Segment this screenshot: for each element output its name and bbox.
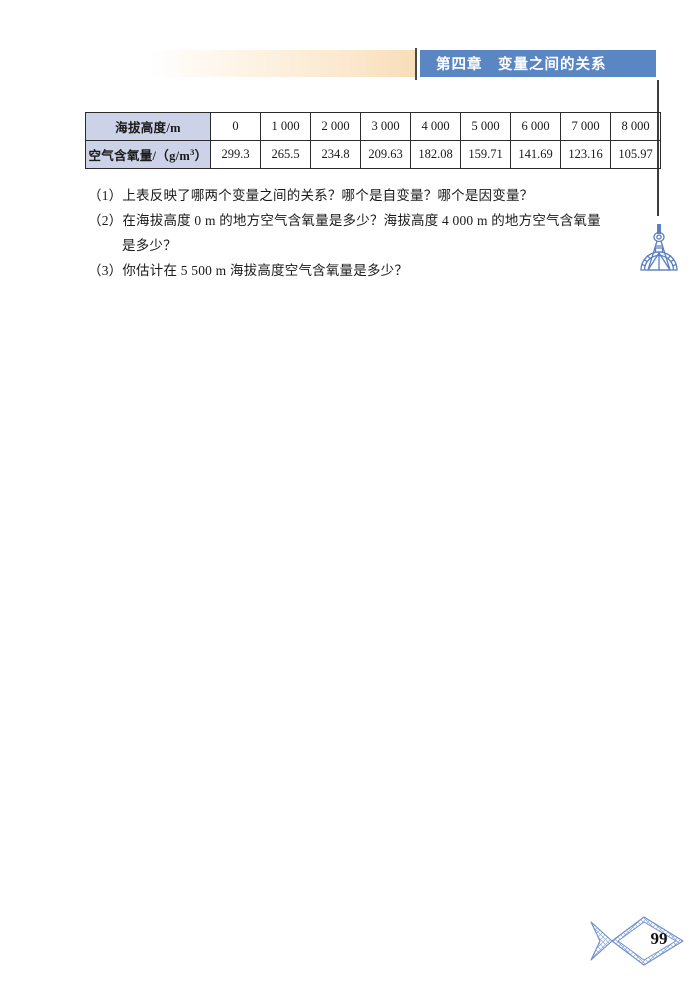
cell-altitude-1: 1 000 [260, 112, 311, 141]
page-folio: 99 [588, 912, 688, 970]
question-item-2: （2）在海拔高度 0 m 的地方空气含氧量是多少？海拔高度 4 000 m 的地… [88, 213, 601, 228]
question-item-1: （1）上表反映了哪两个变量之间的关系？哪个是自变量？哪个是因变量？ [88, 188, 534, 203]
running-head: 第四章 变量之间的关系 [0, 0, 700, 216]
cell-oxygen-6: 141.69 [510, 140, 561, 169]
table-row-altitude: 海拔高度/m 0 1 000 2 000 3 000 4 000 5 000 6… [85, 112, 661, 141]
cell-altitude-5: 5 000 [460, 112, 511, 141]
question-list: （1）上表反映了哪两个变量之间的关系？哪个是自变量？哪个是因变量？ （2）在海拔… [88, 183, 618, 283]
altitude-oxygen-table-wrapper: 海拔高度/m 0 1 000 2 000 3 000 4 000 5 000 6… [85, 112, 661, 169]
cell-altitude-7: 7 000 [560, 112, 611, 141]
cell-altitude-8: 8 000 [610, 112, 661, 141]
cell-oxygen-3: 209.63 [360, 140, 411, 169]
header-gradient-band [148, 50, 416, 77]
cell-oxygen-1: 265.5 [260, 140, 311, 169]
compass-icon [636, 222, 682, 284]
row-label-oxygen-suffix: ） [194, 149, 208, 163]
cell-altitude-2: 2 000 [310, 112, 361, 141]
cell-altitude-3: 3 000 [360, 112, 411, 141]
cell-altitude-6: 6 000 [510, 112, 561, 141]
header-divider-icon [415, 48, 417, 80]
table-row-oxygen: 空气含氧量/（g/m3） 299.3 265.5 234.8 209.63 18… [85, 140, 661, 169]
cell-oxygen-8: 105.97 [610, 140, 661, 169]
altitude-oxygen-table: 海拔高度/m 0 1 000 2 000 3 000 4 000 5 000 6… [85, 112, 661, 169]
row-label-oxygen: 空气含氧量/（g/m3） [85, 140, 211, 169]
cell-altitude-4: 4 000 [410, 112, 461, 141]
cell-oxygen-4: 182.08 [410, 140, 461, 169]
cell-oxygen-5: 159.71 [460, 140, 511, 169]
row-label-oxygen-prefix: 空气含氧量/（g/m [88, 149, 191, 163]
page-number: 99 [650, 929, 668, 948]
cell-oxygen-0: 299.3 [210, 140, 261, 169]
question-item-2-continuation: 是多少？ [122, 238, 177, 253]
question-item-3: （3）你估计在 5 500 m 海拔高度空气含氧量是多少？ [88, 263, 409, 278]
cell-altitude-0: 0 [210, 112, 261, 141]
chapter-title-bar: 第四章 变量之间的关系 [420, 50, 656, 77]
chapter-title: 第四章 变量之间的关系 [436, 57, 607, 73]
cell-oxygen-7: 123.16 [560, 140, 611, 169]
row-label-altitude: 海拔高度/m [85, 112, 211, 141]
cell-oxygen-2: 234.8 [310, 140, 361, 169]
